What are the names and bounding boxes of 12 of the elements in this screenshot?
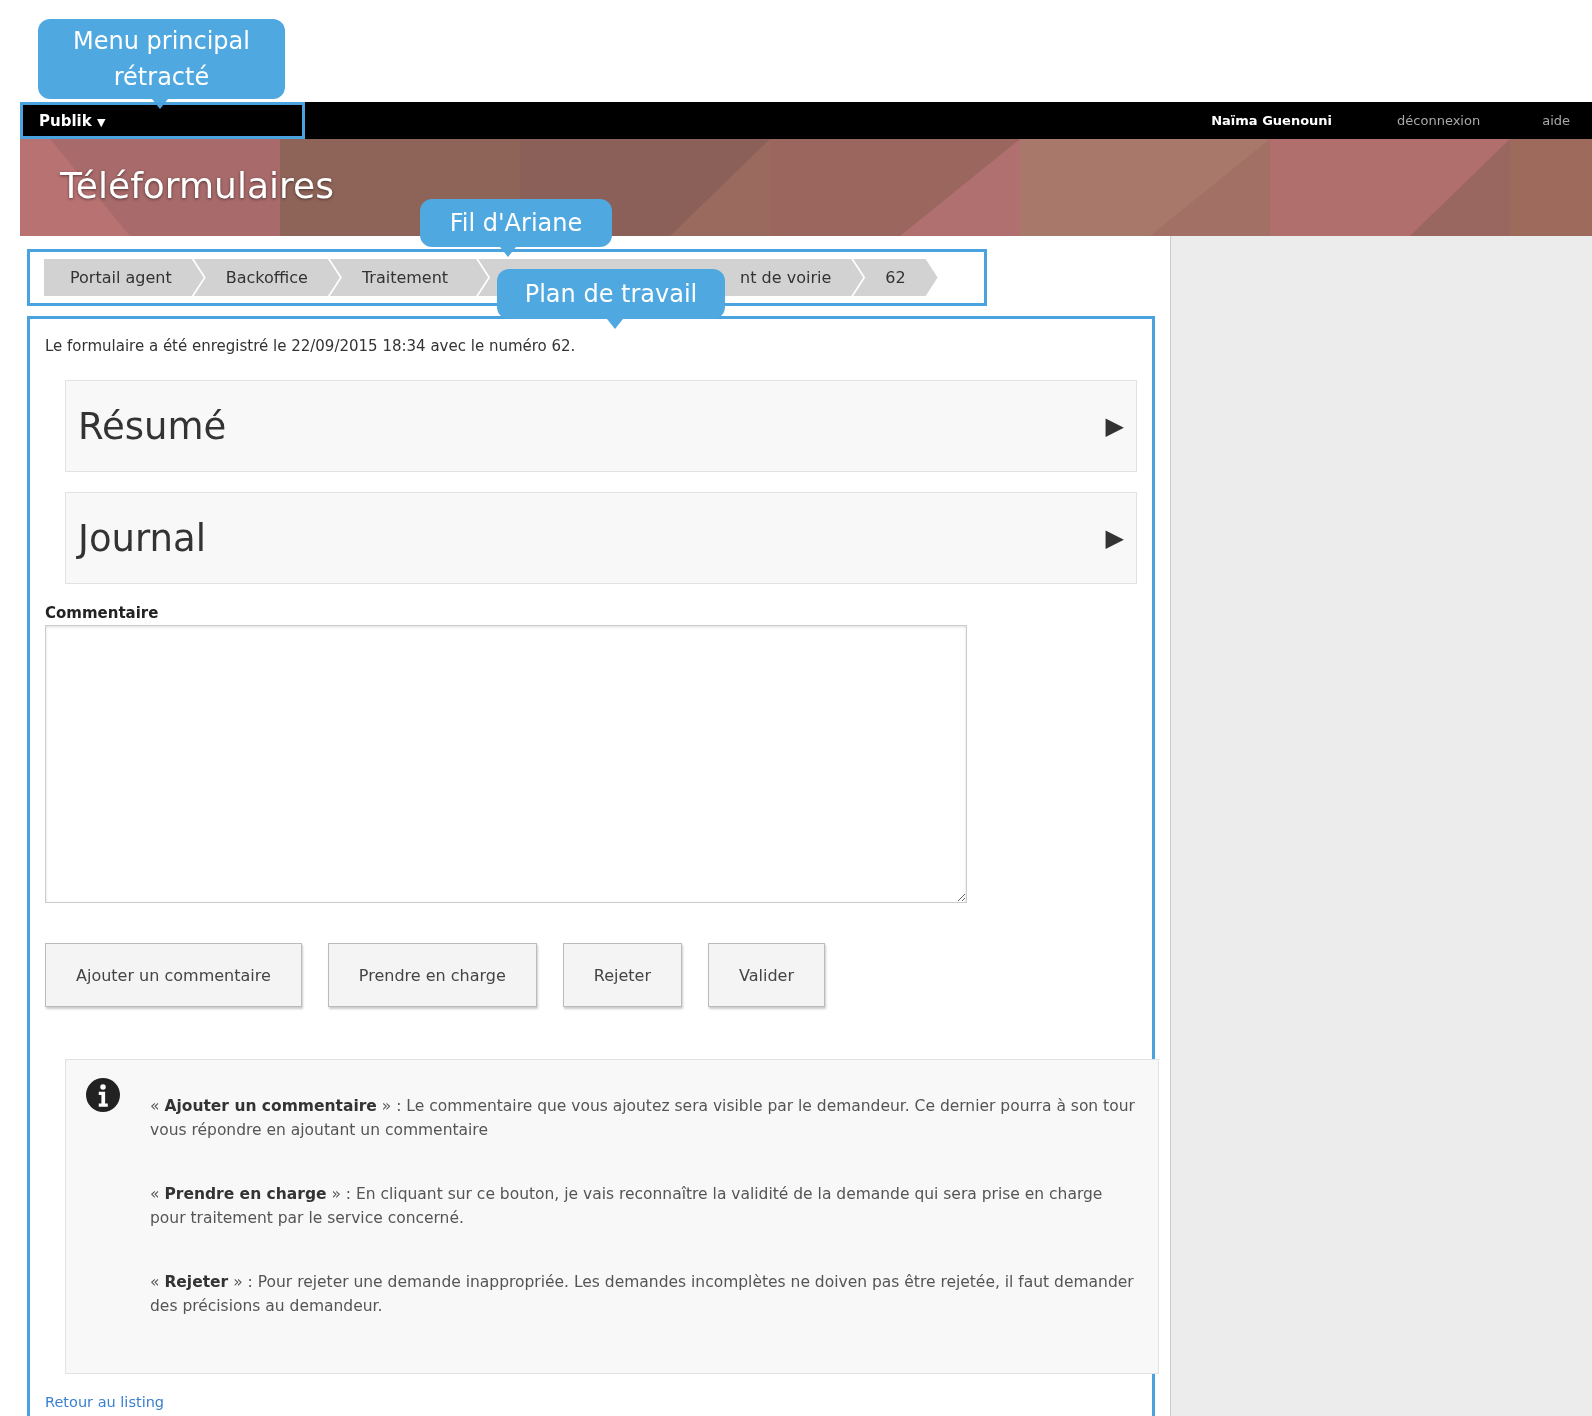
help-text: « Prendre en charge » : En cliquant sur ce bouton, je vais reconnaître la validité de la demande qui sera prise en charge pour traitement par le service concerné. <box>150 1184 1104 1229</box>
help-text: « Ajouter un commentaire » : Le commentaire que vous ajoutez sera visible par le demandeur. Ce dernier pourra à son tour vous répondre en ajoutant un commentaire <box>150 1096 1136 1141</box>
annotation-tooltip: Fil d'Ariane <box>420 199 612 247</box>
user-name: Naïma Guenouni <box>1211 113 1333 128</box>
help-text: « Rejeter » : Pour rejeter une demande inappropriée. Les demandes incomplètes ne doiven pas être rejetée, il faut demander des précisions au demandeur. <box>150 1272 1135 1317</box>
annotation-tooltip: Menu principal rétracté <box>38 19 285 99</box>
status-text: Le formulaire a été enregistré le 22/09/2015 18:34 avec le numéro 62. <box>45 337 577 355</box>
annotation-tooltip: Plan de travail <box>497 269 725 319</box>
field-label: Commentaire <box>45 604 160 622</box>
section-title: Résumé <box>78 404 227 448</box>
section-title: Journal <box>78 516 206 560</box>
page-title: Téléformulaires <box>59 164 334 206</box>
